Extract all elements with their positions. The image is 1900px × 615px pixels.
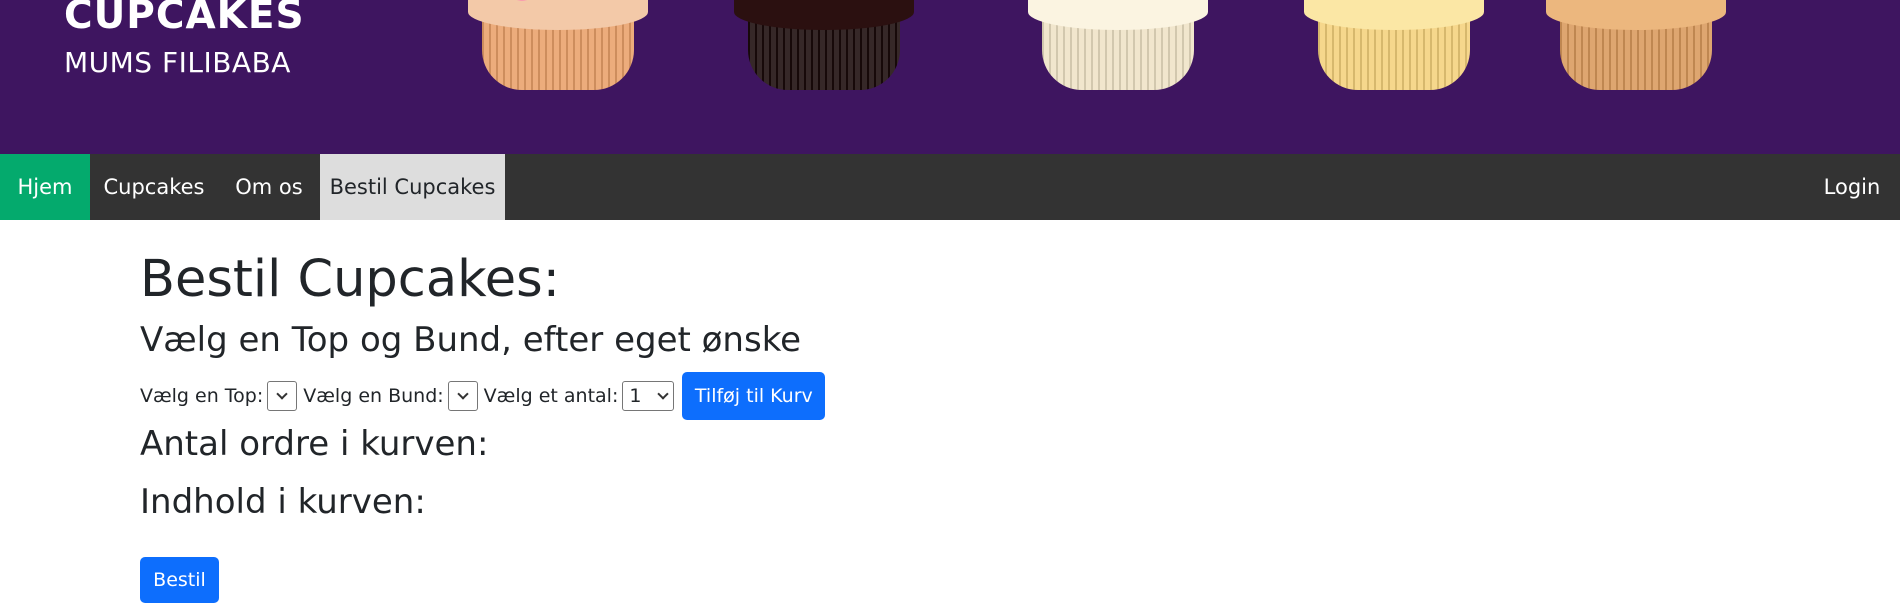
page-subtitle: Vælg en Top og Bund, efter eget ønske <box>140 320 802 360</box>
brand-title: CUPCAKES <box>64 0 305 38</box>
cupcake-image-caramel <box>1546 0 1726 90</box>
quantity-select-label: Vælg et antal: <box>483 385 619 407</box>
brand-logo: CUPCAKES MUMS FILIBABA <box>64 0 305 80</box>
nav-item-home[interactable]: Hjem <box>0 154 90 220</box>
nav-item-order-cupcakes[interactable]: Bestil Cupcakes <box>320 154 505 220</box>
navbar: Hjem Cupcakes Om os Bestil Cupcakes Logi… <box>0 154 1900 220</box>
order-button[interactable]: Bestil <box>140 557 219 603</box>
top-select-label: Vælg en Top: <box>140 385 264 407</box>
bottom-select[interactable] <box>447 381 478 411</box>
quantity-select-value: 1 <box>629 385 642 407</box>
top-select[interactable] <box>267 381 298 411</box>
cupcake-image-lemon <box>1304 0 1484 90</box>
chevron-down-icon <box>457 388 469 400</box>
cupcake-image-pink <box>468 0 648 90</box>
cupcake-image-vanilla <box>1028 0 1208 90</box>
nav-item-cupcakes[interactable]: Cupcakes <box>90 154 218 220</box>
add-to-cart-button[interactable]: Tilføj til Kurv <box>682 372 826 420</box>
nav-item-login[interactable]: Login <box>1804 154 1900 220</box>
nav-item-about[interactable]: Om os <box>218 154 320 220</box>
page-title: Bestil Cupcakes: <box>140 250 560 309</box>
order-form: Vælg en Top: Vælg en Bund: Vælg et antal… <box>140 372 826 420</box>
quantity-select[interactable]: 1 <box>622 381 675 411</box>
chevron-down-icon <box>657 388 670 400</box>
chevron-down-icon <box>276 388 288 400</box>
cart-contents-heading: Indhold i kurven: <box>140 482 426 522</box>
bottom-select-label: Vælg en Bund: <box>303 385 444 407</box>
header-banner: CUPCAKES MUMS FILIBABA <box>0 0 1900 154</box>
brand-subtitle: MUMS FILIBABA <box>64 46 291 79</box>
cart-count-heading: Antal ordre i kurven: <box>140 424 489 464</box>
cupcake-image-chocolate <box>734 0 914 90</box>
